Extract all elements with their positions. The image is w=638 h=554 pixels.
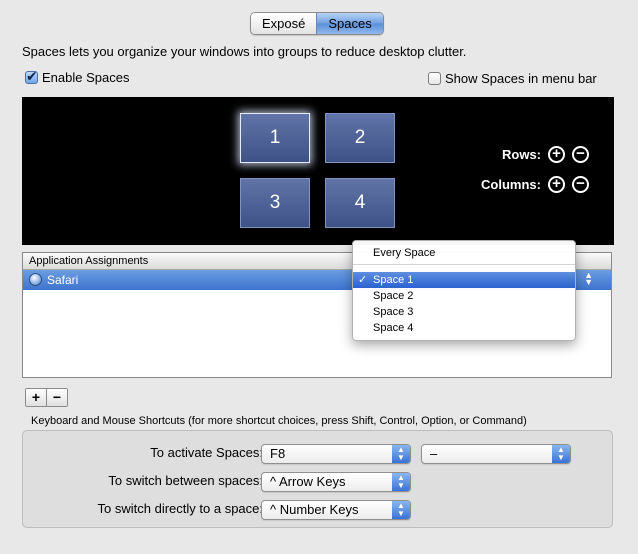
shortcuts-title: Keyboard and Mouse Shortcuts (for more s… xyxy=(31,415,527,427)
switch-directly-value: ^ Number Keys xyxy=(270,502,359,517)
checkmark-icon: ✓ xyxy=(358,274,368,286)
tab-spaces[interactable]: Spaces xyxy=(316,13,383,34)
space-tile-1[interactable]: 1 xyxy=(240,113,310,163)
remove-column-button[interactable]: − xyxy=(572,176,589,193)
updown-arrows-icon: ▲ ▼ xyxy=(392,501,410,519)
menu-item-space-4[interactable]: Space 4 xyxy=(353,320,575,336)
remove-row-button[interactable]: − xyxy=(572,146,589,163)
menu-item-space-2[interactable]: Space 2 xyxy=(353,288,575,304)
activate-spaces-value: F8 xyxy=(270,446,286,461)
add-row-button[interactable]: + xyxy=(548,146,565,163)
activate-spaces-mouse-value: – xyxy=(430,446,438,461)
activate-spaces-mouse-popup[interactable]: – ▲ ▼ xyxy=(421,444,571,464)
remove-assignment-button[interactable]: − xyxy=(46,389,67,406)
switch-directly-popup[interactable]: ^ Number Keys ▲ ▼ xyxy=(261,500,411,520)
columns-label: Columns: xyxy=(481,177,541,192)
activate-spaces-popup[interactable]: F8 ▲ ▼ xyxy=(261,444,411,464)
safari-icon xyxy=(29,273,42,286)
menu-separator xyxy=(353,264,575,265)
table-header-label: Application Assignments xyxy=(29,255,149,267)
space-tile-4[interactable]: 4 xyxy=(325,178,395,228)
updown-arrows-icon[interactable]: ▲ ▼ xyxy=(584,271,593,287)
show-in-menu-bar-checkbox[interactable] xyxy=(428,72,441,85)
updown-arrows-icon: ▲ ▼ xyxy=(392,473,410,491)
menu-item-space-1[interactable]: ✓ Space 1 xyxy=(353,272,575,288)
switch-directly-label: To switch directly to a space: xyxy=(97,501,263,516)
table-add-remove: + − xyxy=(25,388,68,407)
enable-spaces-label[interactable]: Enable Spaces xyxy=(42,70,129,85)
add-assignment-button[interactable]: + xyxy=(26,389,46,406)
show-in-menu-bar-row[interactable]: Show Spaces in menu bar xyxy=(428,71,597,86)
enable-spaces-row[interactable]: Enable Spaces xyxy=(25,68,129,85)
enable-spaces-checkbox[interactable] xyxy=(25,68,38,85)
spaces-description: Spaces lets you organize your windows in… xyxy=(22,44,467,59)
switch-between-label: To switch between spaces: xyxy=(108,473,263,488)
app-name: Safari xyxy=(47,273,79,287)
activate-spaces-label: To activate Spaces: xyxy=(150,445,263,460)
show-in-menu-bar-label[interactable]: Show Spaces in menu bar xyxy=(445,71,597,86)
switch-between-popup[interactable]: ^ Arrow Keys ▲ ▼ xyxy=(261,472,411,492)
spaces-preview: 1 2 3 4 Rows: + − Columns: + − xyxy=(22,97,614,245)
menu-item-space-3[interactable]: Space 3 xyxy=(353,304,575,320)
updown-arrows-icon: ▲ ▼ xyxy=(392,445,410,463)
space-assignment-menu: Every Space ✓ Space 1 Space 2 Space 3 Sp… xyxy=(352,240,576,341)
menu-item-every-space[interactable]: Every Space xyxy=(353,245,575,261)
tab-expose[interactable]: Exposé xyxy=(251,13,317,34)
switch-between-value: ^ Arrow Keys xyxy=(270,474,346,489)
shortcuts-group: To activate Spaces: F8 ▲ ▼ – ▲ ▼ To switch… xyxy=(22,430,613,528)
add-column-button[interactable]: + xyxy=(548,176,565,193)
rows-label: Rows: xyxy=(502,147,541,162)
space-tile-3[interactable]: 3 xyxy=(240,178,310,228)
menu-item-label: Space 1 xyxy=(373,274,414,286)
pane-tabs: Exposé Spaces xyxy=(250,12,384,35)
space-tile-2[interactable]: 2 xyxy=(325,113,395,163)
updown-arrows-icon: ▲ ▼ xyxy=(552,445,570,463)
